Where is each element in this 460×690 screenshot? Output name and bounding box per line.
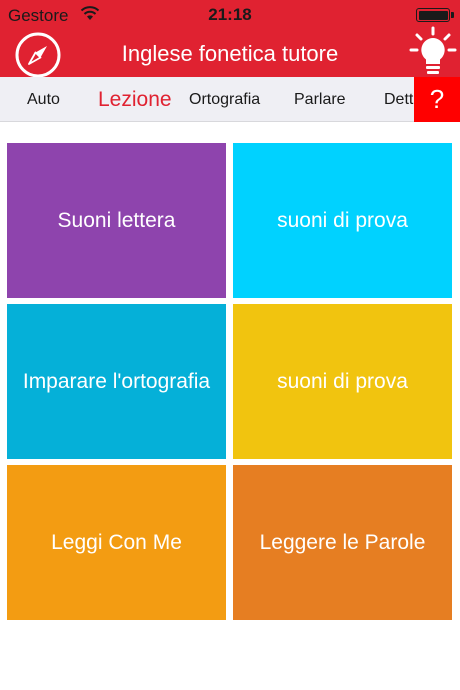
tile-imparare-ortografia[interactable]: Imparare l'ortografia	[7, 304, 226, 459]
tile-label: Imparare l'ortografia	[22, 369, 211, 393]
tab-auto[interactable]: Auto	[27, 77, 60, 121]
tab-parlare[interactable]: Parlare	[294, 77, 346, 121]
tab-ortografia[interactable]: Ortografia	[189, 77, 260, 121]
tab-dettato[interactable]: Dett	[384, 77, 413, 121]
tile-label: suoni di prova	[277, 369, 408, 393]
tile-leggi-con-me[interactable]: Leggi Con Me	[7, 465, 226, 620]
tile-label: Leggere le Parole	[259, 530, 426, 554]
tile-label: Leggi Con Me	[51, 530, 182, 554]
status-bar: Gestore 21:18	[0, 0, 460, 28]
help-button[interactable]: ?	[414, 77, 460, 122]
page-title: Inglese fonetica tutore	[121, 41, 339, 66]
tile-suoni-di-prova[interactable]: suoni di prova	[233, 143, 452, 298]
lightbulb-icon[interactable]	[408, 26, 458, 78]
tile-label: Suoni lettera	[57, 208, 176, 232]
tab-lezione[interactable]: Lezione	[98, 77, 172, 121]
clock-time: 21:18	[208, 5, 252, 24]
app-header: Gestore 21:18 Inglese fonetica tutore	[0, 0, 460, 78]
tile-suoni-di-prova-2[interactable]: suoni di prova	[233, 304, 452, 459]
segment-tab-bar: Auto Lezione Ortografia Parlare Dett	[0, 77, 460, 122]
battery-icon	[416, 8, 454, 22]
tile-label: suoni di prova	[277, 208, 408, 232]
tile-leggere-le-parole[interactable]: Leggere le Parole	[233, 465, 452, 620]
tile-suoni-lettera[interactable]: Suoni lettera	[7, 143, 226, 298]
